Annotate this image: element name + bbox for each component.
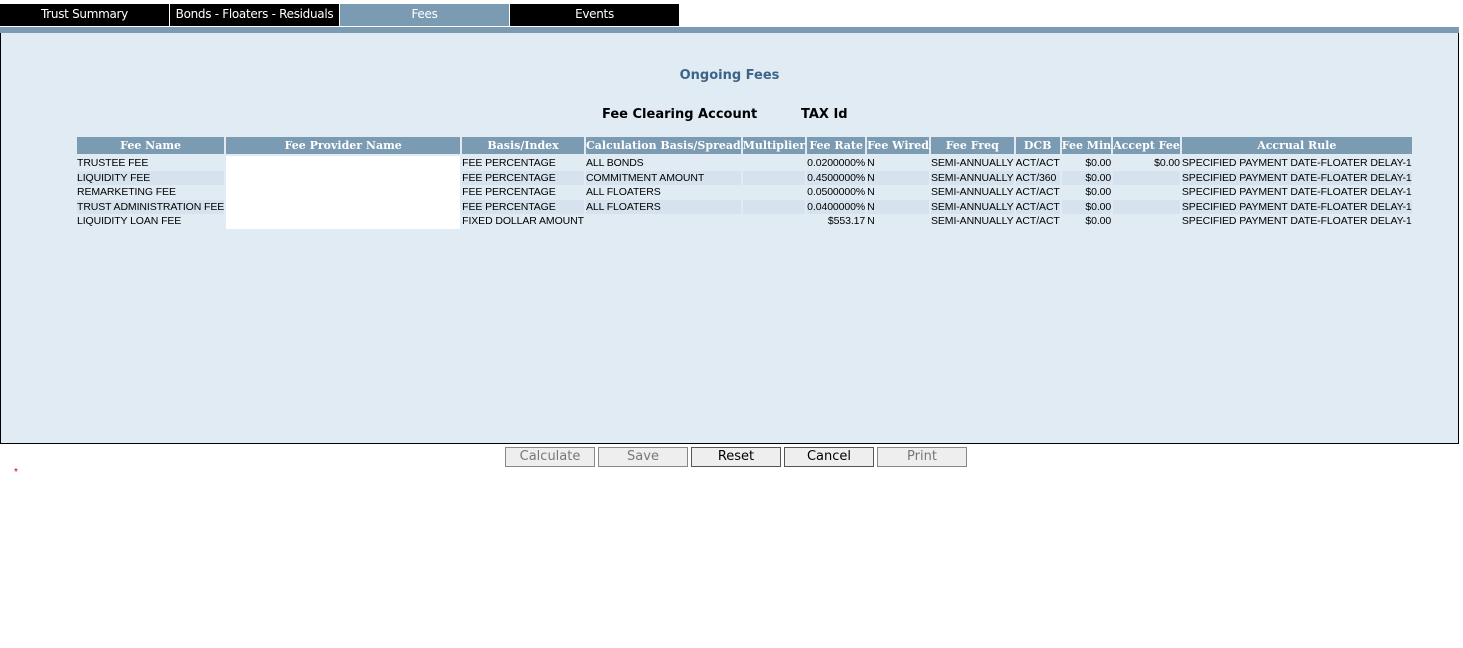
fees-table: Fee Name Fee Provider Name Basis/Index C… — [75, 137, 1414, 229]
calculation-basis-cell: ALL BONDS — [585, 157, 644, 170]
fee-freq-cell: SEMI-ANNUALLY — [931, 215, 1014, 228]
basis-index-cell: FEE PERCENTAGE — [462, 157, 556, 170]
fee-rate-cell: 0.0500000% — [807, 186, 866, 199]
reset-button[interactable]: Reset — [691, 447, 781, 467]
table-row[interactable]: LIQUIDITY FEE FEE PERCENTAGE COMMITMENT … — [77, 170, 1412, 185]
fee-name-cell: LIQUIDITY FEE — [77, 170, 225, 185]
tax-id-label: TAX Id — [801, 107, 848, 122]
multiplier-cell — [742, 170, 806, 185]
col-header-calculation-basis[interactable]: Calculation Basis/Spread — [585, 137, 741, 156]
fee-name-cell: TRUST ADMINISTRATION FEE — [77, 199, 225, 214]
section-title: Ongoing Fees — [679, 68, 780, 83]
multiplier-cell — [743, 156, 805, 171]
table-row[interactable]: TRUST ADMINISTRATION FEE FEE PERCENTAGE … — [77, 199, 1412, 214]
calculation-basis-cell: ALL FLOATERS — [585, 199, 741, 214]
dcb-cell: ACT/ACT — [1015, 199, 1060, 214]
fee-provider-cell — [226, 214, 461, 229]
col-header-accept-fee[interactable]: Accept Fee — [1113, 137, 1180, 156]
accept-fee-cell — [1113, 170, 1180, 185]
accrual-rule-cell: SPECIFIED PAYMENT DATE-FLOATER DELAY-1 — [1181, 199, 1412, 214]
accrual-rule-cell: SPECIFIED PAYMENT DATE-FLOATER DELAY-1 — [1181, 157, 1412, 170]
accrual-rule-cell: SPECIFIED PAYMENT DATE-FLOATER DELAY-1 — [1181, 170, 1412, 185]
basis-index-cell: FEE PERCENTAGE — [462, 186, 556, 199]
calculation-basis-cell: ALL FLOATERS — [585, 186, 661, 199]
print-button[interactable]: Print — [877, 447, 967, 467]
fee-freq-cell: SEMI-ANNUALLY — [931, 186, 1014, 199]
table-row[interactable]: REMARKETING FEE FEE PERCENTAGE ALL FLOAT… — [77, 185, 1412, 200]
fee-min-cell: $0.00 — [1061, 170, 1112, 185]
cancel-button[interactable]: Cancel — [784, 447, 874, 467]
fee-rate-cell: 0.0400000% — [807, 199, 866, 214]
fee-name-cell: LIQUIDITY LOAN FEE — [77, 215, 182, 228]
col-header-fee-rate[interactable]: Fee Rate — [807, 137, 866, 156]
fee-freq-cell: SEMI-ANNUALLY — [931, 199, 1014, 214]
fee-wired-cell: N — [867, 199, 929, 214]
fee-provider-cell — [226, 199, 461, 214]
fee-clearing-account-label: Fee Clearing Account — [602, 107, 758, 122]
fee-wired-cell: N — [867, 215, 875, 228]
col-header-fee-provider-name[interactable]: Fee Provider Name — [226, 137, 461, 156]
fee-min-cell: $0.00 — [1061, 199, 1112, 214]
fee-provider-cell — [226, 156, 461, 171]
fee-min-cell: $0.00 — [1085, 215, 1112, 228]
col-header-fee-min[interactable]: Fee Min — [1061, 137, 1112, 156]
fee-freq-cell: SEMI-ANNUALLY — [931, 157, 1014, 170]
save-button[interactable]: Save — [598, 447, 688, 467]
dcb-cell: ACT/ACT — [1015, 215, 1060, 228]
col-header-dcb[interactable]: DCB — [1015, 137, 1060, 156]
action-button-bar: Calculate Save Reset Cancel Print — [505, 447, 967, 467]
fee-wired-cell: N — [867, 170, 929, 185]
col-header-fee-name[interactable]: Fee Name — [77, 137, 225, 156]
fee-min-cell: $0.00 — [1085, 157, 1112, 170]
table-header-row: Fee Name Fee Provider Name Basis/Index C… — [77, 137, 1412, 156]
multiplier-cell — [743, 185, 805, 200]
accept-fee-cell — [1113, 214, 1180, 229]
accrual-rule-cell: SPECIFIED PAYMENT DATE-FLOATER DELAY-1 — [1181, 215, 1412, 228]
basis-index-cell: FIXED DOLLAR AMOUNT — [462, 215, 584, 228]
col-header-basis-index[interactable]: Basis/Index — [462, 137, 584, 156]
fee-freq-cell: SEMI-ANNUALLY — [931, 170, 1014, 185]
fee-name-cell: REMARKETING FEE — [77, 186, 176, 199]
fee-provider-cell — [226, 185, 461, 200]
fees-panel: Ongoing Fees Fee Clearing Account TAX Id… — [0, 33, 1459, 444]
calculation-basis-cell: COMMITMENT AMOUNT — [585, 170, 741, 185]
table-row[interactable]: LIQUIDITY LOAN FEE FIXED DOLLAR AMOUNT $… — [77, 214, 1412, 229]
col-header-fee-wired[interactable]: Fee Wired — [867, 137, 929, 156]
multiplier-cell — [743, 214, 805, 229]
fee-provider-cell — [226, 170, 461, 185]
fee-rate-cell: 0.0200000% — [807, 157, 866, 170]
calculation-basis-cell — [586, 214, 741, 229]
tab-bonds-floaters-residuals[interactable]: Bonds - Floaters - Residuals — [170, 4, 340, 26]
dcb-cell: ACT/ACT — [1015, 157, 1060, 170]
fee-wired-cell: N — [867, 186, 875, 199]
col-header-fee-freq[interactable]: Fee Freq — [931, 137, 1014, 156]
calculate-button[interactable]: Calculate — [505, 447, 595, 467]
fee-min-cell: $0.00 — [1085, 186, 1112, 199]
col-header-accrual-rule[interactable]: Accrual Rule — [1181, 137, 1412, 156]
tab-fees[interactable]: Fees — [340, 4, 510, 26]
fee-rate-cell: $553.17 — [827, 215, 866, 228]
basis-index-cell: FEE PERCENTAGE — [462, 170, 584, 185]
accept-fee-cell: $0.00 — [1154, 157, 1180, 170]
accept-fee-cell — [1113, 185, 1180, 200]
fee-wired-cell: N — [867, 157, 875, 170]
table-row[interactable]: TRUSTEE FEE FEE PERCENTAGE ALL BONDS 0.0… — [77, 156, 1412, 171]
basis-index-cell: FEE PERCENTAGE — [462, 199, 584, 214]
fee-rate-cell: 0.4500000% — [807, 170, 866, 185]
tab-bar: Trust Summary Bonds - Floaters - Residua… — [0, 4, 680, 26]
col-header-multiplier[interactable]: Multiplier — [742, 137, 806, 156]
fee-name-cell: TRUSTEE FEE — [77, 157, 149, 170]
accept-fee-cell — [1113, 199, 1180, 214]
dcb-cell: ACT/ACT — [1015, 186, 1060, 199]
dcb-cell: ACT/360 — [1015, 170, 1060, 185]
accrual-rule-cell: SPECIFIED PAYMENT DATE-FLOATER DELAY-1 — [1181, 186, 1412, 199]
required-marker: * — [14, 467, 18, 478]
tab-events[interactable]: Events — [510, 4, 680, 26]
tab-trust-summary[interactable]: Trust Summary — [0, 4, 170, 26]
multiplier-cell — [742, 199, 806, 214]
